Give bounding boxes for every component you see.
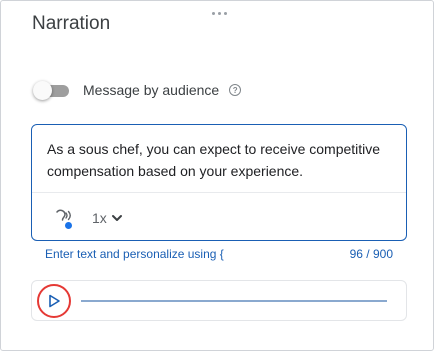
editor-divider <box>32 192 406 193</box>
narration-text[interactable]: As a sous chef, you can expect to receiv… <box>47 138 397 182</box>
audio-player <box>31 280 407 321</box>
question-circle-icon[interactable]: ? <box>229 84 242 96</box>
play-button[interactable] <box>37 284 71 318</box>
message-by-audience-toggle[interactable] <box>33 80 71 100</box>
speed-value: 1x <box>92 210 107 226</box>
narration-text-editor[interactable]: As a sous chef, you can expect to receiv… <box>31 124 407 241</box>
personalize-hint: Enter text and personalize using { <box>45 247 224 261</box>
play-icon <box>49 294 60 308</box>
audio-progress-bar[interactable] <box>81 300 387 302</box>
audience-toggle-row: Message by audience ? <box>33 80 242 100</box>
chevron-down-icon <box>111 215 122 221</box>
character-count: 96 / 900 <box>349 247 393 261</box>
voice-profile-icon[interactable] <box>52 207 74 229</box>
message-by-audience-label: Message by audience <box>83 82 220 98</box>
speed-dropdown[interactable]: 1x <box>92 210 123 226</box>
narration-panel: Narration Message by audience ? As a sou… <box>0 0 434 351</box>
drag-handle-icon[interactable] <box>209 9 229 17</box>
editor-hint-row: Enter text and personalize using { 96 / … <box>45 247 393 261</box>
panel-title: Narration <box>32 13 111 34</box>
voice-status-dot <box>65 222 72 229</box>
editor-toolbar: 1x <box>52 207 123 229</box>
